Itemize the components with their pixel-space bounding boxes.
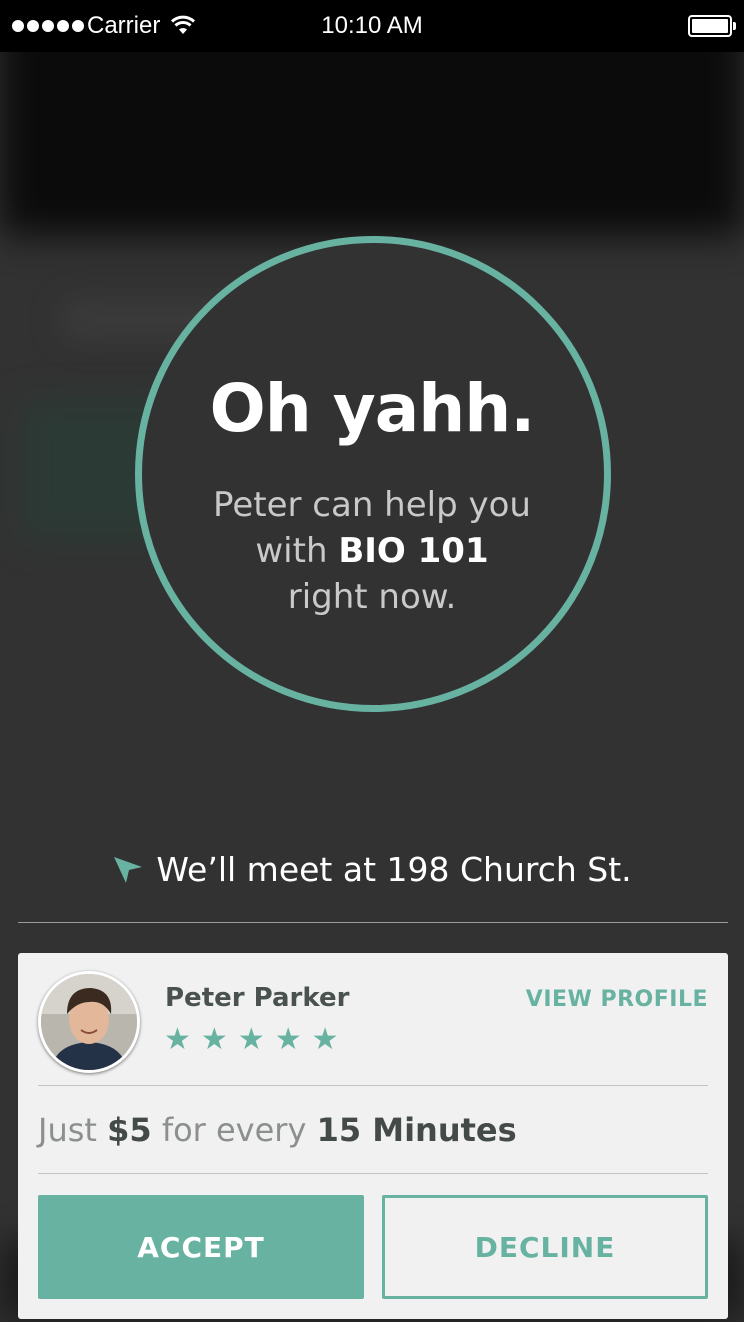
card-divider: [38, 1173, 708, 1174]
match-circle: [135, 236, 611, 712]
star-icon: ★: [311, 1022, 339, 1057]
match-line-2: with BIO 101: [0, 528, 744, 574]
location-arrow-icon: [114, 857, 143, 883]
match-headline: Oh yahh.: [209, 370, 536, 447]
star-icon: ★: [274, 1022, 302, 1057]
tutor-card: Peter Parker ★ ★ ★ ★ ★ VIEW PROFILE Just…: [18, 953, 728, 1319]
match-line-2-prefix: with: [255, 531, 328, 571]
card-divider: [38, 1085, 708, 1086]
course-name: BIO 101: [338, 531, 489, 571]
star-icon: ★: [237, 1022, 265, 1057]
avatar[interactable]: [38, 971, 140, 1073]
price: $5: [107, 1111, 152, 1149]
avatar-image: [41, 974, 137, 1070]
match-message: Peter can help you with BIO 101 right no…: [0, 482, 744, 620]
tutor-rating: ★ ★ ★ ★ ★: [164, 1025, 339, 1055]
pricing-prefix: Just: [38, 1111, 97, 1149]
pricing-middle: for every: [161, 1111, 307, 1149]
meeting-location-text: We’ll meet at 198 Church St.: [156, 850, 632, 889]
star-icon: ★: [200, 1022, 228, 1057]
match-line-1: Peter can help you: [213, 485, 531, 525]
pricing-text: Just $5 for every 15 Minutes: [38, 1111, 517, 1149]
tutor-name: Peter Parker: [165, 983, 350, 1013]
match-line-3: right now.: [287, 577, 457, 617]
battery-icon: [688, 15, 736, 37]
meeting-location: We’ll meet at 198 Church St.: [0, 850, 744, 889]
decline-button[interactable]: DECLINE: [382, 1195, 708, 1299]
session-duration: 15 Minutes: [316, 1111, 517, 1149]
view-profile-link[interactable]: VIEW PROFILE: [526, 987, 708, 1012]
accept-button[interactable]: ACCEPT: [38, 1195, 364, 1299]
status-time: 10:10 AM: [321, 12, 423, 39]
status-bar: Carrier 10:10 AM: [0, 0, 744, 52]
divider: [18, 922, 728, 923]
star-icon: ★: [164, 1022, 191, 1057]
